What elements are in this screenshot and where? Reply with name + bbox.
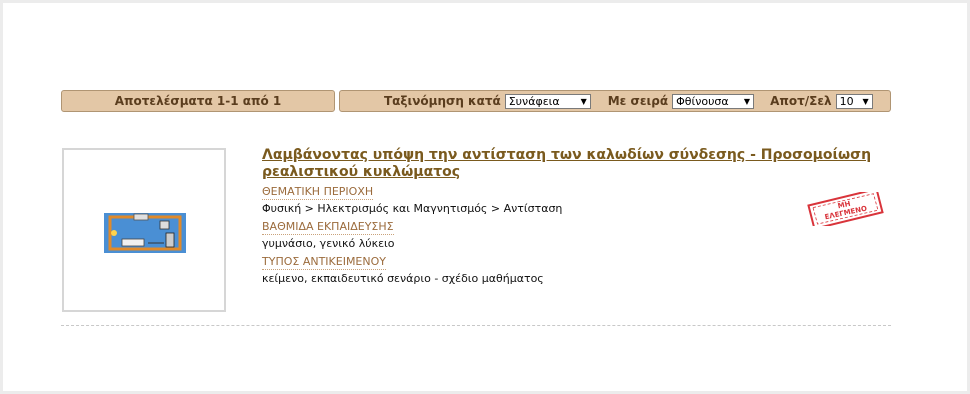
field-value-subject-area: Φυσική > Ηλεκτρισμός και Μαγνητισμός > Α…: [262, 202, 563, 215]
order-value: Φθίνουσα: [676, 94, 729, 108]
field-label-subject-area: ΘΕΜΑΤΙΚΗ ΠΕΡΙΟΧΗ: [262, 185, 374, 200]
result-thumbnail[interactable]: [62, 148, 226, 312]
per-page-label: Αποτ/Σελ: [770, 94, 832, 108]
per-page-value: 10: [839, 94, 854, 108]
not-reviewed-stamp-icon: ΜΗ ΕΛΕΓΜΕΝΟ: [807, 192, 884, 226]
results-count-bar: Αποτελέσματα 1-1 από 1: [61, 90, 335, 112]
result-divider: [61, 325, 891, 326]
chevron-down-icon: ▼: [743, 96, 751, 106]
sort-by-value: Συνάφεια: [508, 94, 560, 108]
order-label: Με σειρά: [607, 94, 669, 108]
sort-by-label: Ταξινόμηση κατά: [384, 94, 501, 108]
field-label-object-type: ΤΥΠΟΣ ΑΝΤΙΚΕΙΜΕΝΟΥ: [262, 255, 386, 270]
sort-by-select[interactable]: Συνάφεια ▼: [504, 93, 591, 109]
field-value-education-level: γυμνάσιο, γενικό λύκειο: [262, 237, 395, 250]
chevron-down-icon: ▼: [862, 96, 869, 106]
result-title-link[interactable]: Λαμβάνοντας υπόψη την αντίσταση των καλω…: [262, 147, 882, 181]
results-count-text: Αποτελέσματα 1-1 από 1: [114, 94, 282, 108]
chevron-down-icon: ▼: [580, 96, 587, 106]
field-label-education-level: ΒΑΘΜΙΔΑ ΕΚΠΑΙΔΕΥΣΗΣ: [262, 220, 394, 235]
sort-options-bar: Ταξινόμηση κατά Συνάφεια ▼ Με σειρά Φθίν…: [339, 90, 891, 112]
per-page-select[interactable]: 10 ▼: [835, 93, 873, 109]
field-value-object-type: κείμενο, εκπαιδευτικό σενάριο - σχέδιο μ…: [262, 272, 544, 285]
order-select[interactable]: Φθίνουσα ▼: [672, 93, 755, 109]
circuit-thumbnail-image: [104, 213, 186, 253]
